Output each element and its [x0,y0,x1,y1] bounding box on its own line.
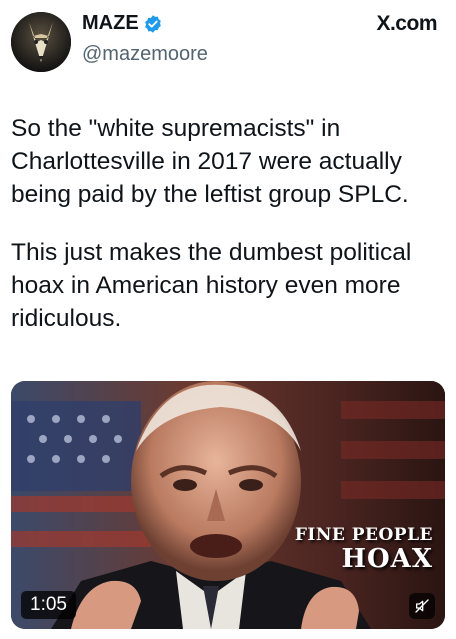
verified-badge-icon [144,14,161,33]
user-handle[interactable]: @mazemoore [82,43,208,66]
post-paragraph: So the "white supremacists" in Charlotte… [11,115,409,208]
avatar[interactable] [11,12,71,72]
overlay-line-2: HOAX [341,544,433,574]
display-name[interactable]: MAZE [82,12,139,35]
video-player[interactable]: FINE PEOPLE HOAX 1:05 [11,381,445,629]
video-duration-badge: 1:05 [21,591,76,619]
post-text: So the "white supremacists" in Charlotte… [11,112,447,335]
overlay-line-1: FINE PEOPLE [294,525,433,545]
speaker-muted-icon [415,599,429,613]
doberman-avatar-icon [11,12,71,72]
mute-button[interactable] [409,593,435,619]
post-paragraph: This just makes the dumbest political ho… [11,239,412,332]
video-overlay-title: FINE PEOPLE HOAX [294,525,433,574]
source-label: X.com [376,12,437,35]
display-name-row[interactable]: MAZE [82,12,163,35]
video-thumbnail-image [11,381,445,629]
